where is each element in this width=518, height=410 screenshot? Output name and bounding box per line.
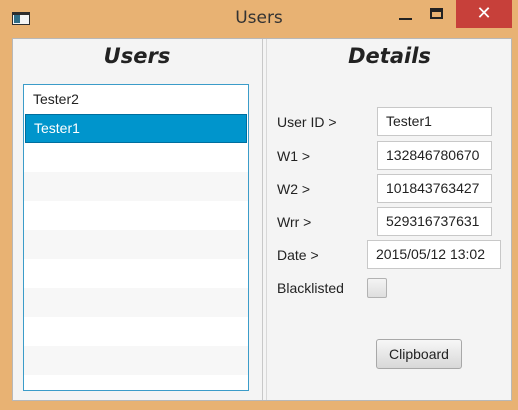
w1-label: W1 > [277,148,311,164]
close-icon[interactable]: ✕ [456,0,512,28]
empty-list-row [24,201,248,230]
empty-list-row [24,230,248,259]
list-item-tester2[interactable]: Tester2 [24,85,248,114]
w1-field[interactable]: 132846780670 [377,141,492,170]
split-pane-divider[interactable] [262,39,267,400]
date-field[interactable]: 2015/05/12 13:02 [367,240,501,269]
empty-list-row [24,143,248,172]
date-label: Date > [277,247,319,263]
empty-list-row [24,288,248,317]
user-id-label: User ID > [277,114,337,130]
users-heading: Users [103,44,171,68]
empty-list-row [24,259,248,288]
empty-list-row [24,346,248,375]
users-window: Users ✕ Users Tester2 Tester1 Details Us… [0,0,518,410]
users-pane: Users Tester2 Tester1 [13,39,261,400]
user-list[interactable]: Tester2 Tester1 [23,84,249,391]
empty-list-row [24,375,248,390]
client-area: Users Tester2 Tester1 Details User ID > … [12,38,512,401]
user-id-field[interactable]: Tester1 [377,107,492,136]
wrr-label: Wrr > [277,214,312,230]
title-bar[interactable]: Users ✕ [0,0,518,37]
wrr-field[interactable]: 529316737631 [377,207,492,236]
maximize-icon[interactable] [423,0,450,27]
empty-list-row [24,317,248,346]
minimize-icon[interactable] [392,0,419,27]
list-item-tester1[interactable]: Tester1 [25,114,247,143]
details-pane: Details User ID > Tester1 W1 > 132846780… [268,39,511,400]
w2-field[interactable]: 101843763427 [377,174,492,203]
blacklisted-label: Blacklisted [277,280,344,296]
w2-label: W2 > [277,181,311,197]
empty-list-row [24,172,248,201]
blacklisted-checkbox[interactable] [367,278,387,298]
details-heading: Details [348,44,431,68]
clipboard-button[interactable]: Clipboard [376,339,462,369]
